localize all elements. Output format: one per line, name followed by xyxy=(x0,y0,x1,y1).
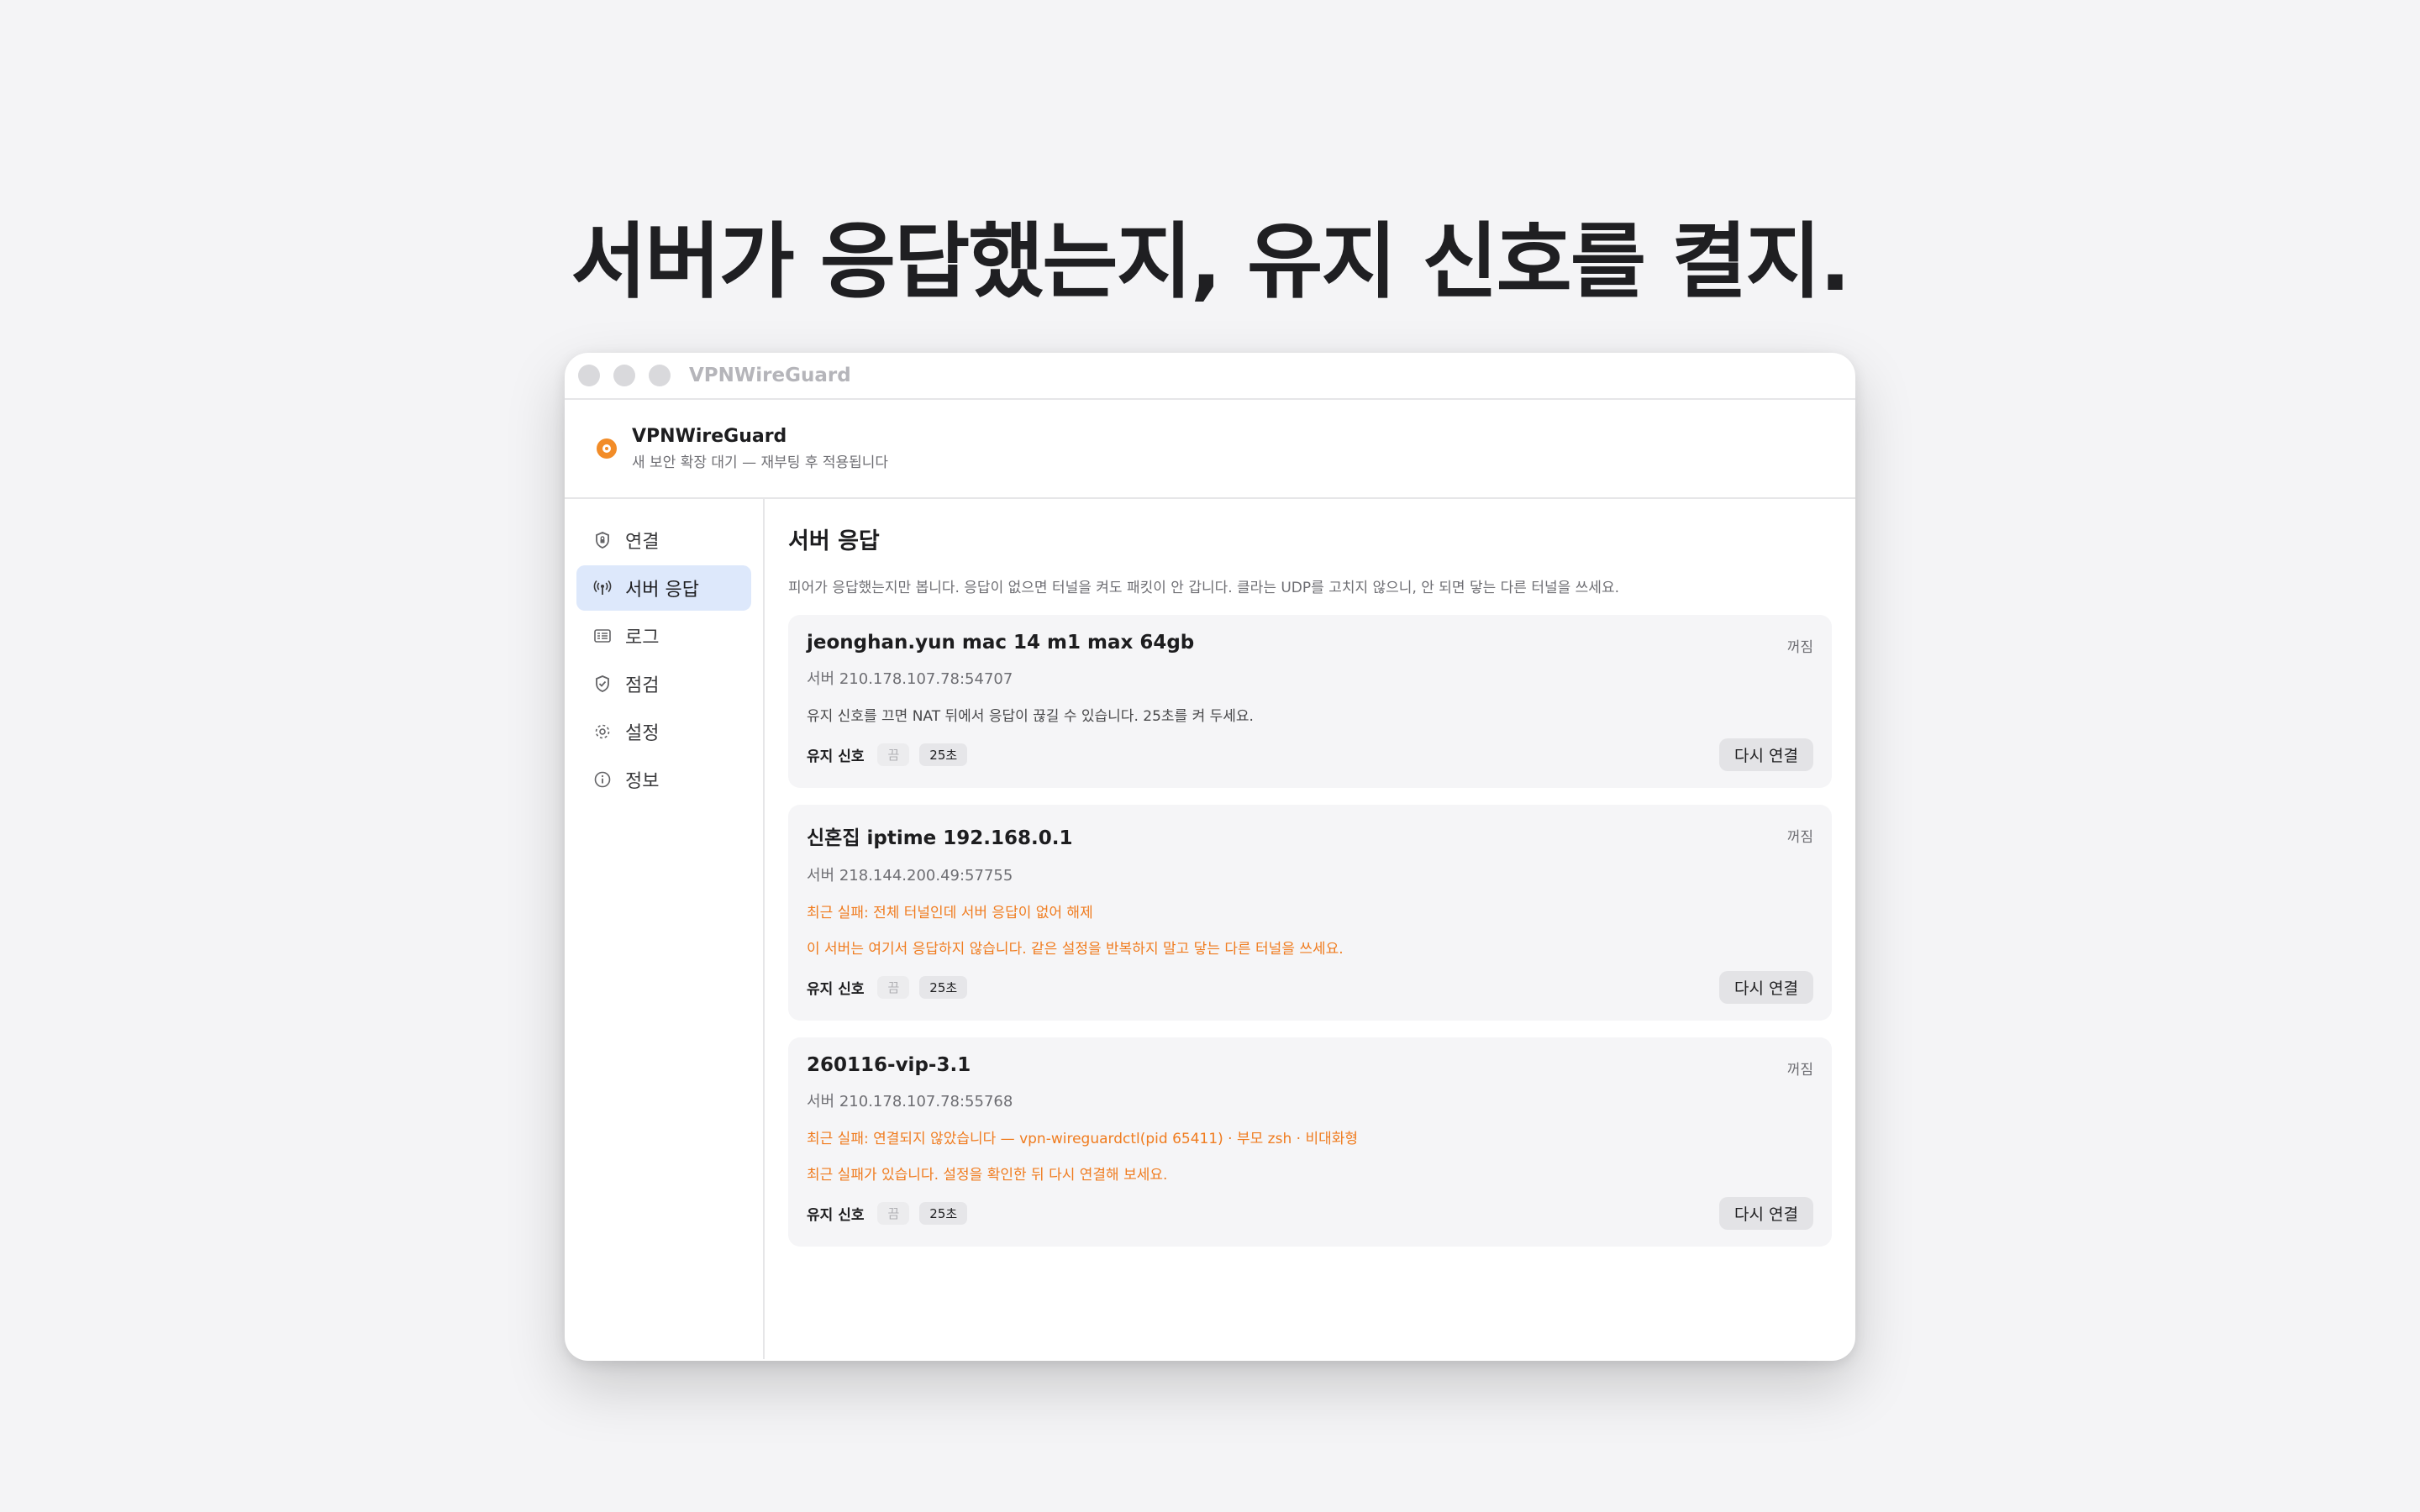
server-card: 260116-vip-3.1 꺼짐 서버 210.178.107.78:5576… xyxy=(788,1037,1832,1247)
info-icon xyxy=(593,770,612,789)
keepalive-off-toggle[interactable]: 끔 xyxy=(877,743,910,766)
app-name: VPNWireGuard xyxy=(632,426,787,447)
app-header: VPNWireGuard 새 보안 확장 대기 — 재부팅 후 적용됩니다 xyxy=(565,400,1855,499)
keepalive-25s-toggle[interactable]: 25초 xyxy=(919,743,968,766)
status-warning-icon xyxy=(597,438,617,459)
keepalive-off-toggle[interactable]: 끔 xyxy=(877,1202,910,1225)
minimize-window-button[interactable] xyxy=(613,365,635,386)
headline: 서버가 응답했는지, 유지 신호를 켤지. xyxy=(571,214,1850,310)
page-title: 서버 응답 xyxy=(788,528,880,554)
gear-icon xyxy=(593,722,612,741)
keepalive-off-toggle[interactable]: 끔 xyxy=(877,976,910,999)
server-endpoint: 서버 210.178.107.78:54707 xyxy=(807,670,1013,688)
close-window-button[interactable] xyxy=(578,365,600,386)
sidebar: 연결 서버 응답 로그 점검 설정 정보 xyxy=(565,499,765,1359)
reconnect-button[interactable]: 다시 연결 xyxy=(1719,971,1813,1004)
server-endpoint: 서버 210.178.107.78:55768 xyxy=(807,1093,1013,1110)
zoom-window-button[interactable] xyxy=(649,365,671,386)
shield-check-icon xyxy=(593,675,612,693)
window-title: VPNWireGuard xyxy=(689,365,851,386)
app-status-subtitle: 새 보안 확장 대기 — 재부팅 후 적용됩니다 xyxy=(632,454,889,471)
sidebar-item-label: 정보 xyxy=(625,771,660,792)
reconnect-button[interactable]: 다시 연결 xyxy=(1719,738,1813,771)
server-card: 신혼집 iptime 192.168.0.1 꺼짐 서버 218.144.200… xyxy=(788,805,1832,1021)
sidebar-item-label: 설정 xyxy=(625,723,660,744)
server-card: jeonghan.yun mac 14 m1 max 64gb 꺼짐 서버 21… xyxy=(788,615,1832,788)
server-name: 260116-vip-3.1 xyxy=(807,1054,971,1076)
sidebar-item-settings[interactable]: 설정 xyxy=(576,709,751,754)
recent-failure-message: 최근 실패: 연결되지 않았습니다 — vpn-wireguardctl(pid… xyxy=(807,1131,1359,1147)
title-bar: VPNWireGuard xyxy=(565,353,1855,400)
sidebar-item-log[interactable]: 로그 xyxy=(576,613,751,659)
sidebar-item-info[interactable]: 정보 xyxy=(576,757,751,802)
failure-advice: 최근 실패가 있습니다. 설정을 확인한 뒤 다시 연결해 보세요. xyxy=(807,1167,1168,1184)
sidebar-item-label: 점검 xyxy=(625,675,660,696)
sidebar-item-label: 연결 xyxy=(625,532,660,553)
server-name: 신혼집 iptime 192.168.0.1 xyxy=(807,827,1073,849)
server-name: jeonghan.yun mac 14 m1 max 64gb xyxy=(807,632,1195,654)
failure-advice: 이 서버는 여기서 응답하지 않습니다. 같은 설정을 반복하지 말고 닿는 다… xyxy=(807,941,1344,958)
recent-failure-message: 최근 실패: 전체 터널인데 서버 응답이 없어 해제 xyxy=(807,905,1093,921)
keepalive-label: 유지 신호 xyxy=(807,1207,865,1224)
sidebar-item-connection[interactable]: 연결 xyxy=(576,517,751,563)
antenna-icon xyxy=(593,579,612,597)
keepalive-note: 유지 신호를 끄면 NAT 뒤에서 응답이 끊길 수 있습니다. 25초를 켜 … xyxy=(807,708,1254,725)
connection-state: 꺼짐 xyxy=(1786,829,1813,846)
connection-state: 꺼짐 xyxy=(1786,639,1813,656)
log-list-icon xyxy=(593,627,612,645)
keepalive-25s-toggle[interactable]: 25초 xyxy=(919,1202,968,1225)
shield-lock-icon xyxy=(593,531,612,549)
keepalive-label: 유지 신호 xyxy=(807,981,865,998)
keepalive-label: 유지 신호 xyxy=(807,748,865,765)
app-window: VPNWireGuard VPNWireGuard 새 보안 확장 대기 — 재… xyxy=(565,353,1855,1361)
sidebar-item-label: 로그 xyxy=(625,627,660,648)
server-endpoint: 서버 218.144.200.49:57755 xyxy=(807,867,1013,885)
sidebar-item-check[interactable]: 점검 xyxy=(576,661,751,706)
main-content: 서버 응답 피어가 응답했는지만 봅니다. 응답이 없으면 터널을 켜도 패킷이… xyxy=(765,499,1855,1359)
page-description: 피어가 응답했는지만 봅니다. 응답이 없으면 터널을 켜도 패킷이 안 갑니다… xyxy=(788,580,1619,596)
sidebar-item-server-response[interactable]: 서버 응답 xyxy=(576,565,751,611)
connection-state: 꺼짐 xyxy=(1786,1062,1813,1079)
reconnect-button[interactable]: 다시 연결 xyxy=(1719,1197,1813,1230)
keepalive-25s-toggle[interactable]: 25초 xyxy=(919,976,968,999)
sidebar-item-label: 서버 응답 xyxy=(625,580,699,601)
